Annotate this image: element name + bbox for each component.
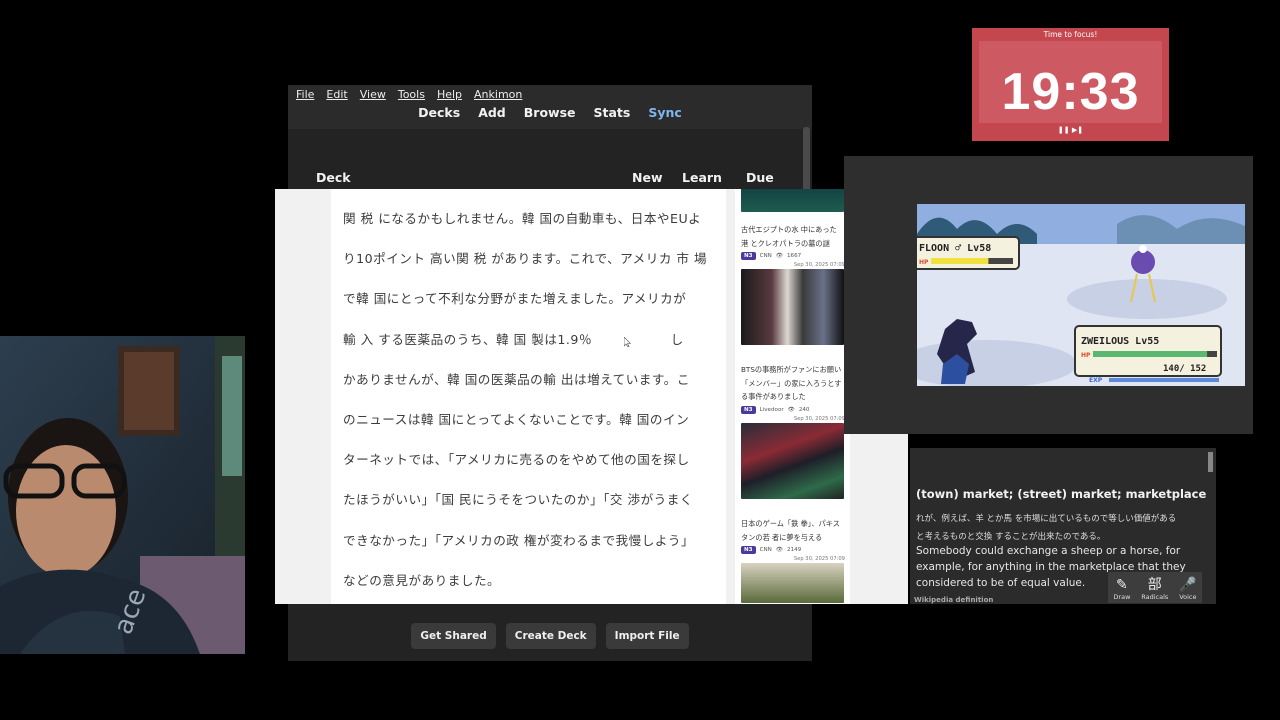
bottom-toolbar: Get Shared Create Deck Import File: [288, 623, 812, 649]
news-title[interactable]: 古代エジプトの水 中にあった 港 とクレオパトラの墓の謎: [741, 223, 845, 250]
news-meta: N3 Livedoor 👁 240: [741, 405, 845, 414]
article-line: などの意見がありました。: [343, 572, 501, 588]
news-source: CNN: [759, 547, 772, 553]
news-thumbnail[interactable]: [741, 269, 844, 345]
eye-icon: 👁: [775, 547, 783, 553]
player-name: ZWEILOUS Lv55: [1081, 336, 1159, 347]
article-line: かありませんが、韓 国の医薬品の輸 出は増えています。こ: [343, 371, 690, 387]
nav-browse[interactable]: Browse: [524, 105, 576, 127]
nav-decks[interactable]: Decks: [418, 105, 460, 127]
example-jp-line: と考えるものと交換 することが出来たのである。: [916, 532, 1106, 542]
menu-help[interactable]: Help: [429, 85, 466, 105]
menu-view[interactable]: View: [352, 85, 390, 105]
article-line: 輸 入 する医薬品のうち、韓 国 製は1.9％ し: [343, 331, 684, 347]
player-hp-text: 140/ 152: [1163, 364, 1206, 374]
news-title[interactable]: 日本のゲーム「鉄 拳」、パキスタンの若 者に夢を与える: [741, 517, 845, 544]
definition-source: Wikipedia definition: [914, 596, 994, 604]
news-sidebar: 古代エジプトの水 中にあった 港 とクレオパトラの墓の謎 N3 CNN 👁 16…: [735, 189, 850, 604]
eye-icon: 👁: [775, 253, 783, 259]
article-line: で韓 国にとって不利な分野がまた増えました。アメリカが: [343, 291, 687, 307]
column-due: Due: [746, 170, 774, 185]
webcam-feed: ace: [0, 336, 245, 654]
enemy-name: FLOON ♂ Lv58: [919, 243, 991, 254]
pen-icon: ✎: [1116, 577, 1128, 593]
timer-time: 19:33: [1001, 63, 1140, 121]
example-jp-line: れが、例えば、羊 とか馬 を市場に出ているもので等しい価値がある: [916, 514, 1177, 524]
nav-add[interactable]: Add: [478, 105, 506, 127]
news-source: Livedoor: [759, 406, 784, 413]
news-views: 240: [798, 406, 810, 413]
radicals-tool[interactable]: 部 Radicals: [1141, 577, 1168, 601]
article-line: り10ポイント 高い関 税 があります。これで、アメリカ 市 場: [343, 251, 708, 267]
import-file-button[interactable]: Import File: [605, 623, 689, 649]
level-badge: N3: [741, 546, 756, 554]
news-meta: N3 CNN 👁 1667: [741, 252, 845, 260]
article-line: ターネットでは、「アメリカに売るのをやめて他の国を探し: [343, 452, 690, 468]
news-views: 1667: [786, 253, 802, 259]
microphone-icon: 🎤: [1179, 577, 1197, 593]
level-badge: N3: [741, 405, 756, 414]
news-source: CNN: [759, 253, 772, 259]
enemy-hp-label: HP: [919, 259, 929, 266]
column-deck: Deck: [316, 170, 351, 185]
enemy-status-box: FLOON ♂ Lv58 HP: [917, 236, 1020, 270]
create-deck-button[interactable]: Create Deck: [505, 623, 596, 649]
news-meta: N3 CNN 👁 2149: [741, 546, 845, 554]
article-line: たほうがいい」「国 民にうそをついたのか」「交 渉がうまく: [343, 492, 693, 508]
news-reader: 関 税 になるかもしれません。韓 国の自動車も、日本やEUよ り10ポイント 高…: [275, 189, 908, 604]
player-hp-bar: [1093, 351, 1208, 357]
article-line: のニュースは韓 国にとってよくないことです。韓 国のイン: [343, 412, 690, 428]
voice-tool[interactable]: 🎤 Voice: [1179, 577, 1196, 601]
player-status-box: ZWEILOUS Lv55 HP 140/ 152 EXP: [1074, 325, 1222, 384]
radical-icon: 部: [1147, 577, 1162, 593]
news-item[interactable]: 日本のゲーム「鉄 拳」、パキスタンの若 者に夢を与える N3 CNN 👁 214…: [741, 513, 845, 603]
column-new: New: [632, 170, 663, 185]
mouse-cursor-icon: [624, 337, 631, 347]
level-badge: N3: [741, 252, 756, 260]
voice-label: Voice: [1179, 593, 1197, 601]
nav-sync[interactable]: Sync: [648, 105, 681, 127]
pomodoro-timer: Time to focus! 19:33 ❚❚ ▶❚: [972, 28, 1169, 141]
player-hp-label: HP: [1081, 352, 1091, 359]
news-views: 2149: [786, 547, 802, 553]
dictionary-popup: (town) market; (street) market; marketpl…: [910, 448, 1216, 604]
menu-edit[interactable]: Edit: [318, 85, 351, 105]
news-thumb-top: [741, 189, 845, 212]
news-title[interactable]: BTSの事務所がファンにお願い 「メンバー」の家に入ろうとする事件がありました: [741, 363, 845, 404]
menu-bar: File Edit View Tools Help Ankimon: [288, 85, 812, 105]
menu-ankimon[interactable]: Ankimon: [466, 85, 526, 105]
input-toolbar: ✎ Draw 部 Radicals 🎤 Voice: [1108, 572, 1202, 603]
pokemon-battle-screen: FLOON ♂ Lv58 HP ZWEILOUS Lv55 HP 140/ 15…: [917, 204, 1245, 386]
example-en-line: considered to be of equal value.: [916, 577, 1086, 589]
news-item[interactable]: 古代エジプトの水 中にあった 港 とクレオパトラの墓の謎 N3 CNN 👁 16…: [741, 219, 845, 345]
example-en-line: Somebody could exchange a sheep or a hor…: [916, 545, 1181, 557]
news-thumbnail[interactable]: [741, 422, 844, 499]
enemy-hp-bar: [931, 258, 989, 264]
dictionary-scrollbar[interactable]: [1208, 452, 1213, 472]
timer-label: Time to focus!: [1043, 30, 1098, 39]
nav-stats[interactable]: Stats: [594, 105, 631, 127]
news-date: Sep 30, 2025 07:09: [793, 556, 845, 562]
radicals-label: Radicals: [1141, 593, 1169, 601]
menu-file[interactable]: File: [288, 85, 318, 105]
exp-label: EXP: [1089, 377, 1103, 384]
timer-display: 19:33: [979, 41, 1162, 123]
timer-controls[interactable]: ❚❚ ▶❚: [972, 126, 1169, 134]
article-line: できなかった」「アメリカの政 権が変わるまで我慢しよう」: [343, 532, 695, 548]
article-line: 関 税 になるかもしれません。韓 国の自動車も、日本やEUよ: [343, 211, 702, 226]
news-date: Sep 30, 2025 07:09: [793, 262, 845, 268]
column-learn: Learn: [682, 170, 722, 185]
news-date: Sep 30, 2025 07:09: [793, 415, 845, 422]
eye-icon: 👁: [787, 406, 795, 413]
top-nav: Decks Add Browse Stats Sync: [288, 105, 812, 127]
get-shared-button[interactable]: Get Shared: [411, 623, 496, 649]
definition-headword: (town) market; (street) market; marketpl…: [916, 487, 1207, 501]
draw-tool[interactable]: ✎ Draw: [1113, 577, 1130, 601]
exp-bar: [1109, 378, 1219, 382]
draw-label: Draw: [1113, 593, 1131, 601]
menu-tools[interactable]: Tools: [390, 85, 429, 105]
news-thumbnail[interactable]: [741, 563, 844, 603]
news-item[interactable]: BTSの事務所がファンにお願い 「メンバー」の家に入ろうとする事件がありました …: [741, 359, 845, 499]
article-body: 関 税 になるかもしれません。韓 国の自動車も、日本やEUよ り10ポイント 高…: [331, 189, 726, 604]
